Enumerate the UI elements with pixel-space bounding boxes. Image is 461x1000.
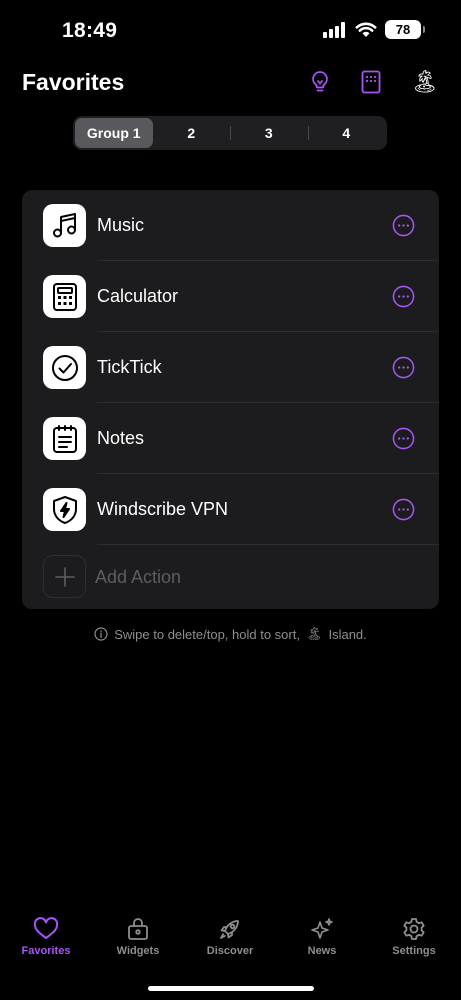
tab-favorites[interactable]: Favorites <box>0 917 92 957</box>
status-bar: 18:49 78 <box>0 0 461 60</box>
more-options-icon[interactable] <box>392 427 415 450</box>
grid-button[interactable] <box>355 66 387 98</box>
more-options-icon[interactable] <box>392 285 415 308</box>
segment-4[interactable]: 4 <box>307 118 386 148</box>
widgets-icon <box>128 918 148 940</box>
action-label: Calculator <box>97 286 179 306</box>
hint-message: Swipe to delete/top, hold to sort, <box>114 626 300 642</box>
segment-2[interactable]: 2 <box>153 118 231 148</box>
home-indicator <box>148 986 314 991</box>
tab-bar: Favorites Widgets Discover News Settings <box>0 905 461 975</box>
tab-widgets[interactable]: Widgets <box>92 917 184 957</box>
action-row-calculator[interactable]: Calculator <box>22 261 439 332</box>
page-title: Favorites <box>22 69 125 95</box>
plus-icon <box>43 555 86 598</box>
segment-group-1[interactable]: Group 1 <box>75 118 153 148</box>
cellular-signal-icon <box>323 21 345 38</box>
hint-suffix: Island. <box>328 626 367 642</box>
tab-label: News <box>307 945 337 957</box>
island-emoji: 🏝 <box>305 626 323 641</box>
island-icon: 🏝 <box>411 69 439 94</box>
checkmark-circle-icon <box>43 346 86 389</box>
add-action-button[interactable]: Add Action <box>22 543 439 609</box>
lightbulb-button[interactable] <box>304 66 336 98</box>
header: Favorites 🏝 <box>0 60 461 108</box>
action-label: Music <box>97 215 145 235</box>
group-segmented-control: Group 1 2 3 4 <box>73 116 387 150</box>
grid-icon <box>361 70 381 94</box>
tab-label: Settings <box>392 945 436 957</box>
island-button[interactable]: 🏝 <box>409 66 441 98</box>
tab-news[interactable]: News <box>276 917 368 957</box>
calculator-icon <box>43 275 86 318</box>
action-label: TickTick <box>97 357 162 377</box>
actions-list: Music Calculator TickTick Notes Windscri… <box>22 190 439 609</box>
info-icon <box>94 627 108 641</box>
more-options-icon[interactable] <box>392 498 415 521</box>
add-action-label: Add Action <box>95 567 182 587</box>
action-label: Windscribe VPN <box>97 499 229 519</box>
tab-settings[interactable]: Settings <box>368 917 460 957</box>
action-row-ticktick[interactable]: TickTick <box>22 332 439 403</box>
heart-icon <box>33 917 59 939</box>
segment-3[interactable]: 3 <box>230 118 308 148</box>
tab-discover[interactable]: Discover <box>184 917 276 957</box>
lightbulb-icon <box>312 71 328 92</box>
status-time: 18:49 <box>62 19 118 42</box>
hint-text: Swipe to delete/top, hold to sort, 🏝 Isl… <box>0 626 461 642</box>
action-row-music[interactable]: Music <box>22 190 439 261</box>
shield-bolt-icon <box>43 488 86 531</box>
tab-label: Discover <box>206 945 254 957</box>
music-note-icon <box>43 204 86 247</box>
action-label: Notes <box>97 428 145 448</box>
tab-label: Widgets <box>116 945 160 957</box>
sparkles-icon <box>311 918 333 939</box>
more-options-icon[interactable] <box>392 214 415 237</box>
battery-indicator: 78 <box>385 20 425 39</box>
action-row-notes[interactable]: Notes <box>22 403 439 474</box>
action-row-windscribe-vpn[interactable]: Windscribe VPN <box>22 474 439 545</box>
wifi-icon <box>355 22 377 37</box>
notes-icon <box>43 417 86 460</box>
tab-label: Favorites <box>21 945 71 957</box>
rocket-icon <box>220 920 239 939</box>
gear-icon <box>403 918 425 940</box>
more-options-icon[interactable] <box>392 356 415 379</box>
status-icons: 78 <box>323 20 425 39</box>
